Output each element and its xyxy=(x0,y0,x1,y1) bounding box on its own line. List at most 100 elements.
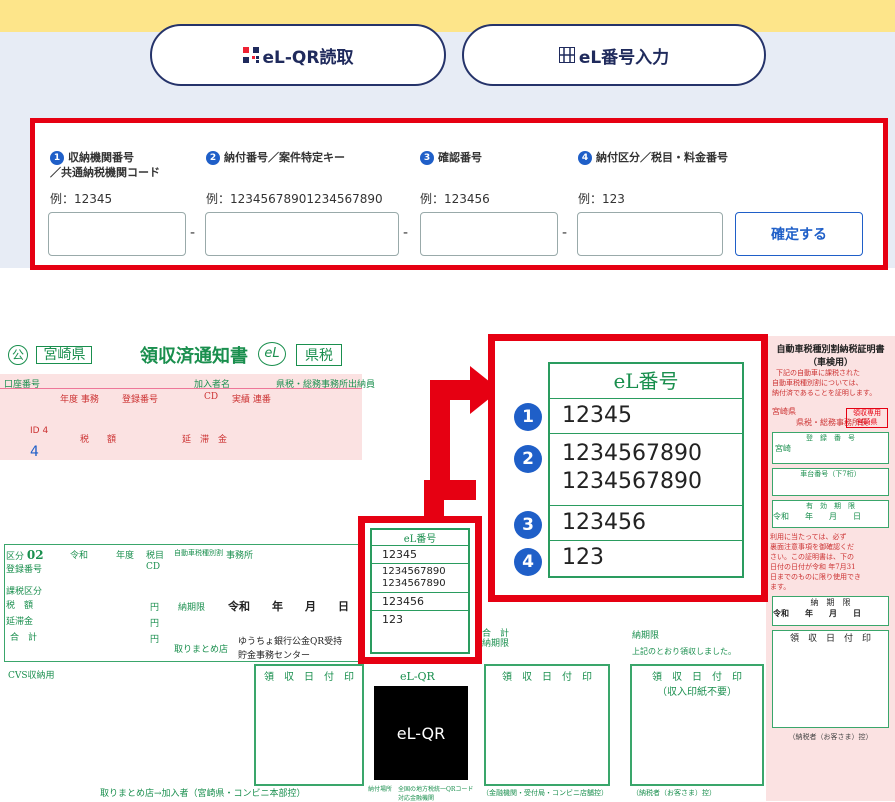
jimusho-label: 事務所 xyxy=(226,551,254,561)
confirmation-number-input[interactable] xyxy=(420,212,558,256)
small-el-panel: eL番号 12345 1234567890 1234567890 123456 … xyxy=(370,528,470,654)
el-qr-code: eL-QR xyxy=(374,686,468,780)
yen-label: 円 xyxy=(150,603,160,613)
right-receipt-stamp-box: 領 収 日 付 印 （収入印紙不要） xyxy=(630,664,764,786)
above-note: 上記のとおり領収しました。 xyxy=(632,647,736,656)
cert-notes: 利用に当たっては、必ず 裏面注意事項を御確認くだ さい。この証明書は、下の 日付… xyxy=(770,533,861,591)
tax-class-label: 課税区分 xyxy=(6,587,43,597)
number-badge: 1 xyxy=(50,151,64,165)
big-el-value-3: 123456 xyxy=(550,505,742,540)
tax-type: 県税 xyxy=(296,344,342,366)
el-mark: eL xyxy=(258,342,286,366)
big-el-title: eL番号 xyxy=(613,369,679,393)
late-amt-label: 延滞金 xyxy=(6,617,34,627)
tab-label: eL番号入力 xyxy=(578,47,670,68)
cert-deadline-box: 納 期 限 令和 年 月 日 xyxy=(772,596,889,626)
field-example-3: 例：123456 xyxy=(420,192,490,206)
tab-label: eL-QR読取 xyxy=(262,47,354,68)
big-el-panel: eL番号 12345 1234567890 1234567890 123456 1… xyxy=(548,362,744,578)
tax-amount-label: 税 額 xyxy=(80,435,117,445)
dash-separator: - xyxy=(562,225,568,241)
register-label: 登録番号 xyxy=(6,565,43,575)
institution-number-input[interactable] xyxy=(48,212,186,256)
payment-category-input[interactable] xyxy=(577,212,723,256)
big-el-value-4: 123 xyxy=(550,540,742,575)
footer-mid-1: 納付場所 xyxy=(368,786,393,793)
field-label-1: 1 収納機関番号 ／共通納税機関コード xyxy=(50,151,160,179)
small-el-value-3: 123456 xyxy=(372,592,468,610)
field-label-4: 4 納付区分／税目・料金番号 xyxy=(578,150,778,165)
cert-subtitle: （車検用） xyxy=(807,358,853,368)
doc-title: 領収済通知書 xyxy=(140,346,248,367)
small-el-value-1: 12345 xyxy=(372,545,468,563)
reg-no-label: 登録番号 xyxy=(122,395,159,405)
cd-label: CD xyxy=(146,562,161,572)
kubun-label: 区分 02 xyxy=(6,548,44,562)
small-el-value-2: 1234567890 1234567890 xyxy=(372,563,468,592)
yellow-band xyxy=(0,0,895,32)
cert-text-1: 下記の自動車に課税された xyxy=(776,369,860,377)
pref-logo: 公 xyxy=(8,345,28,365)
id-label: ID 4 xyxy=(30,426,49,436)
cert-text-2: 自動車税種別割については、 xyxy=(772,379,863,387)
zeimoku-label: 税目 xyxy=(146,551,165,561)
divider xyxy=(0,388,362,389)
number-badge: 2 xyxy=(206,151,220,165)
dash-separator: - xyxy=(190,225,196,241)
cert-receipt-box: 領 収 日 付 印 xyxy=(772,630,889,728)
payment-number-input[interactable] xyxy=(205,212,399,256)
mid-receipt-stamp-box: 領 収 日 付 印 xyxy=(484,664,610,786)
footer-left: 取りまとめ店→加入者（宮崎県・コンビニ本部控） xyxy=(100,789,306,799)
certificate: 自動車税種別割納税証明書 （車検用） 下記の自動車に課税された 自動車税種別割に… xyxy=(766,336,895,801)
yen-label: 円 xyxy=(150,635,160,645)
bank-label: ゆうちょ銀行公金QR受持 xyxy=(238,637,343,647)
cert-reg-box: 登 録 番 号 宮崎 xyxy=(772,432,889,464)
pay-deadline-label: 納期限 xyxy=(482,639,510,649)
receipt-date-label: 領 収 日 付 印 xyxy=(264,672,354,683)
tab-el-qr-read[interactable]: eL-QR読取 xyxy=(150,24,446,86)
cert-valid-box: 有 効 期 限 令和 年 月 日 xyxy=(772,500,889,528)
field-label-2: 2 納付番号／案件特定キー xyxy=(206,150,416,165)
small-el-title: eL番号 xyxy=(403,534,437,545)
field-example-1: 例：12345 xyxy=(50,192,113,206)
deadline-date: 令和 年 月 日 xyxy=(228,600,349,613)
bank-label-2: 貯金事務センター xyxy=(238,651,311,661)
number-badge-4: 4 xyxy=(514,548,542,576)
receipt-note: （収入印紙不要） xyxy=(657,687,737,698)
number-grid-icon xyxy=(557,46,576,64)
pay-rate-label: 実績 連番 xyxy=(232,395,271,405)
field-example-4: 例：123 xyxy=(578,192,625,206)
yen-label: 円 xyxy=(150,619,160,629)
footer-r2: （納税者（お客さま）控） xyxy=(632,789,716,797)
receipt-date-label: 領 収 日 付 印 xyxy=(652,672,742,683)
id-value: 4 xyxy=(30,444,39,460)
cert-car-box: 車台番号（下7桁） xyxy=(772,468,889,496)
number-badge-1: 1 xyxy=(514,403,542,431)
year-label: 年度 xyxy=(116,551,135,561)
reiwa-label: 令和 xyxy=(70,551,89,561)
el-qr-label: eL-QR xyxy=(400,670,435,683)
small-el-value-4: 123 xyxy=(372,610,468,628)
qr-icon xyxy=(242,47,259,63)
deadline-label: 納期限 xyxy=(178,603,206,613)
number-badge-3: 3 xyxy=(514,511,542,539)
pay-deadline-label: 納期限 xyxy=(632,631,660,641)
tab-el-number-input[interactable]: eL番号入力 xyxy=(462,24,766,86)
big-el-value-2: 1234567890 1234567890 xyxy=(550,433,742,505)
doc-header: 公 宮崎県 xyxy=(8,344,93,365)
footer-r3: （納税者（お客さま）控） xyxy=(788,733,873,741)
receipt-stamp-box: 領 収 日 付 印 xyxy=(254,664,364,786)
tax-amt-label: 税 額 xyxy=(6,601,34,611)
number-badge: 4 xyxy=(578,151,592,165)
number-badge-2: 2 xyxy=(514,445,542,473)
late-fee-label: 延 滞 金 xyxy=(182,435,228,445)
field-example-2: 例：12345678901234567890 xyxy=(206,192,383,206)
number-badge: 3 xyxy=(420,151,434,165)
collector-label: 取りまとめ店 xyxy=(174,645,229,655)
field-label-3: 3 確認番号 xyxy=(420,150,570,165)
footer-r1: （金融機関・受付局・コンビニ店舗控） xyxy=(482,789,608,797)
pref-name: 宮崎県 xyxy=(36,346,93,364)
big-el-value-1: 12345 xyxy=(550,398,742,433)
cert-title: 自動車税種別割納税証明書 xyxy=(776,345,885,355)
confirm-button[interactable]: 確定する xyxy=(735,212,863,256)
